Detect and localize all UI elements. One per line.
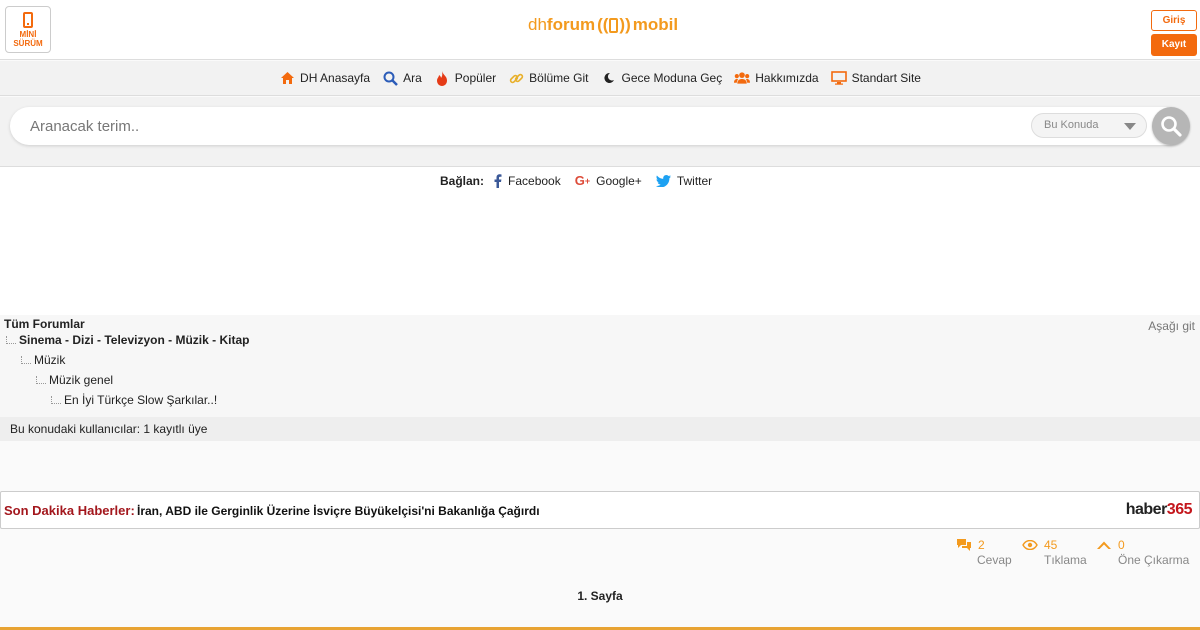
google-plus-label: Google+	[596, 173, 642, 188]
search-scope-select[interactable]: Bu Konuda	[1031, 113, 1147, 138]
twitter-label: Twitter	[676, 173, 713, 188]
arrow-up-icon	[1096, 541, 1112, 550]
nav-item-search[interactable]: Ara	[382, 70, 422, 86]
upvotes-count: 0	[1118, 538, 1125, 552]
home-icon	[279, 70, 295, 86]
connect-section: Bağlan: Facebook G + Google+ Twitter	[0, 167, 1200, 315]
moon-icon	[601, 70, 617, 86]
facebook-label: Facebook	[508, 173, 561, 188]
breadcrumb-label: En İyi Türkçe Slow Şarkılar..!	[64, 393, 218, 407]
tree-connector	[36, 376, 46, 384]
nav-label: Standart Site	[851, 71, 921, 85]
mini-version-button[interactable]: MİNİ SÜRÜM	[5, 6, 51, 53]
replies-label: Cevap	[977, 553, 1012, 567]
views-stat: 45 Tıklama	[1022, 538, 1087, 567]
site-logo[interactable]: dh forum (()) mobil	[528, 12, 678, 38]
breadcrumb-level-1[interactable]: Sinema - Dizi - Televizyon - Müzik - Kit…	[6, 333, 249, 347]
search-icon	[1161, 116, 1182, 137]
eye-icon	[1022, 540, 1038, 550]
breadcrumb-label: Müzik genel	[49, 373, 114, 387]
breadcrumb-level-4[interactable]: En İyi Türkçe Slow Şarkılar..!	[51, 393, 217, 407]
search-scope-value: Bu Konuda	[1044, 119, 1099, 131]
nav-item-about[interactable]: Hakkımızda	[734, 70, 819, 86]
main-nav: DH Anasayfa Ara Popüler Bölüme Git Gece …	[0, 61, 1200, 96]
upvotes-label: Öne Çıkarma	[1118, 553, 1190, 567]
brand-number: 365	[1166, 501, 1193, 518]
chevron-down-icon	[1124, 123, 1136, 130]
social-links: Bağlan: Facebook G + Google+ Twitter	[440, 173, 726, 188]
header: MİNİ SÜRÜM dh forum (()) mobil Giriş Kayı…	[0, 0, 1200, 60]
google-plus-icon: G +	[574, 173, 591, 188]
nav-item-home[interactable]: DH Anasayfa	[279, 70, 370, 86]
breaking-news-label: Son Dakika Haberler:	[4, 503, 135, 518]
nav-label: Gece Moduna Geç	[621, 71, 723, 85]
haber365-logo[interactable]: haber365	[1125, 501, 1193, 519]
logo-mobil: mobil	[632, 15, 679, 34]
twitter-icon	[655, 174, 671, 187]
tree-connector	[21, 356, 31, 364]
scroll-down-link[interactable]: Aşağı git	[1148, 319, 1195, 333]
brand-text: haber	[1125, 501, 1168, 518]
comments-icon	[956, 538, 972, 552]
nav-label: Ara	[403, 71, 422, 85]
nav-label: Hakkımızda	[755, 71, 819, 85]
logo-forum: forum	[546, 15, 596, 34]
topic-users-bar: Bu konudaki kullanıcılar: 1 kayıtlı üye	[0, 417, 1200, 441]
views-label: Tıklama	[1044, 553, 1087, 567]
signal-icon: (())	[597, 15, 631, 34]
breadcrumb-label: Sinema - Dizi - Televizyon - Müzik - Kit…	[19, 333, 250, 347]
search-icon	[382, 70, 398, 86]
search-bar-area: Bu Konuda	[0, 97, 1200, 167]
flame-icon	[434, 70, 450, 86]
search-input[interactable]	[30, 116, 1010, 136]
logo-dh: dh	[528, 15, 547, 34]
page-indicator: 1. Sayfa	[577, 589, 623, 603]
search-box: Bu Konuda	[10, 107, 1190, 145]
tree-connector	[51, 396, 61, 404]
nav-label: DH Anasayfa	[300, 71, 371, 85]
nav-item-goto-section[interactable]: Bölüme Git	[508, 70, 589, 86]
breadcrumb: Tüm Forumlar Aşağı git Sinema - Dizi - T…	[0, 315, 1200, 417]
views-count: 45	[1044, 538, 1058, 552]
facebook-link[interactable]: Facebook	[494, 174, 561, 188]
login-button[interactable]: Giriş	[1151, 10, 1197, 31]
monitor-icon	[830, 70, 847, 86]
nav-item-night-mode[interactable]: Gece Moduna Geç	[601, 70, 723, 86]
mini-version-label: MİNİ SÜRÜM	[13, 30, 43, 48]
users-icon	[734, 70, 751, 86]
nav-label: Popüler	[454, 71, 497, 85]
tree-connector	[6, 336, 16, 344]
google-plus-link[interactable]: G + Google+	[575, 173, 642, 188]
replies-stat: 2 Cevap	[956, 538, 1012, 567]
replies-count: 2	[978, 538, 985, 552]
breaking-news-headline[interactable]: İran, ABD ile Gerginlik Üzerine İsviçre …	[137, 504, 540, 518]
register-button[interactable]: Kayıt	[1151, 34, 1197, 56]
upvotes-stat: 0 Öne Çıkarma	[1096, 538, 1189, 567]
twitter-link[interactable]: Twitter	[655, 173, 713, 188]
breadcrumb-label: Müzik	[34, 353, 66, 367]
breaking-news-bar[interactable]: Son Dakika Haberler: İran, ABD ile Gergi…	[0, 491, 1200, 529]
phone-icon	[23, 12, 33, 28]
link-icon	[508, 70, 524, 86]
nav-item-popular[interactable]: Popüler	[434, 70, 496, 86]
connect-label: Bağlan:	[440, 173, 485, 188]
facebook-icon	[494, 173, 502, 188]
breadcrumb-level-3[interactable]: Müzik genel	[36, 373, 113, 387]
breadcrumb-root[interactable]: Tüm Forumlar	[4, 317, 85, 331]
breadcrumb-level-2[interactable]: Müzik	[21, 353, 65, 367]
nav-label: Bölüme Git	[529, 71, 589, 85]
search-submit-button[interactable]	[1152, 107, 1190, 145]
nav-item-standard-site[interactable]: Standart Site	[830, 70, 921, 86]
